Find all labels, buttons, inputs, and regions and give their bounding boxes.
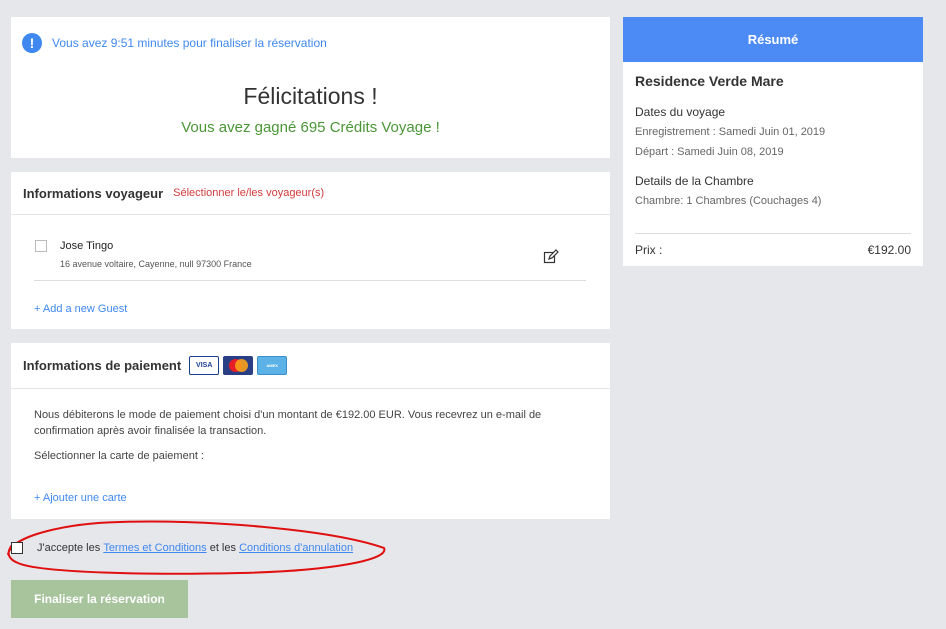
hotel-name: Residence Verde Mare: [635, 73, 784, 89]
guest-checkbox[interactable]: [35, 240, 47, 252]
price-value: €192.00: [867, 243, 911, 257]
timer-text: Vous avez 9:51 minutes pour finaliser la…: [52, 36, 327, 50]
mastercard-logo: [223, 356, 254, 375]
add-card-link[interactable]: + Ajouter une carte: [34, 492, 127, 504]
payment-panel-title: Informations de paiement: [23, 358, 182, 373]
summary-divider: [635, 233, 911, 234]
select-travellers-link[interactable]: Sélectionner le/les voyageur(s): [173, 187, 324, 199]
add-guest-link[interactable]: + Add a new Guest: [34, 303, 127, 315]
terms-prefix: J'accepte les: [37, 542, 101, 554]
room-details: Chambre: 1 Chambres (Couchages 4): [635, 195, 822, 207]
alert-icon: !: [22, 33, 42, 53]
dates-title: Dates du voyage: [635, 105, 726, 119]
select-card-label: Sélectionner la carte de paiement :: [34, 450, 204, 462]
traveller-panel: Informations voyageur Sélectionner le/le…: [11, 172, 610, 329]
payment-description: Nous débiterons le mode de paiement choi…: [34, 409, 542, 437]
terms-checkbox[interactable]: [11, 542, 23, 554]
traveller-panel-title: Informations voyageur: [23, 185, 164, 201]
card-logos: VISA AMEX: [189, 356, 288, 375]
terms-link[interactable]: Termes et Conditions: [103, 542, 206, 554]
payment-panel-header: Informations de paiement VISA AMEX: [11, 343, 610, 389]
visa-logo: VISA: [189, 356, 220, 375]
room-title: Details de la Chambre: [635, 174, 754, 188]
edit-icon[interactable]: [543, 249, 559, 265]
finalize-button[interactable]: Finaliser la réservation: [11, 580, 188, 618]
summary-header: Résumé: [623, 17, 923, 62]
congrats-title: Félicitations !: [243, 83, 378, 109]
timer-congrats-panel: ! Vous avez 9:51 minutes pour finaliser …: [11, 17, 610, 158]
timer-alert: ! Vous avez 9:51 minutes pour finaliser …: [22, 33, 327, 53]
checkout-date: Départ : Samedi Juin 08, 2019: [635, 146, 784, 158]
traveller-panel-header: Informations voyageur Sélectionner le/le…: [11, 172, 610, 215]
price-label: Prix :: [635, 243, 663, 257]
congrats-subtitle: Vous avez gagné 695 Crédits Voyage !: [181, 119, 440, 136]
summary-panel: Résumé Residence Verde Mare Dates du voy…: [623, 17, 923, 266]
amex-logo: AMEX: [257, 356, 288, 375]
guest-name: Jose Tingo: [60, 240, 114, 252]
payment-panel: Informations de paiement VISA AMEX Nous …: [11, 343, 610, 519]
terms-row: J'accepte les Termes et Conditions et le…: [11, 542, 353, 554]
checkin-date: Enregistrement : Samedi Juin 01, 2019: [635, 126, 826, 138]
cancellation-link[interactable]: Conditions d'annulation: [239, 542, 353, 554]
guest-address: 16 avenue voltaire, Cayenne, null 97300 …: [60, 259, 252, 269]
terms-middle: et les: [209, 542, 236, 554]
guest-row: Jose Tingo 16 avenue voltaire, Cayenne, …: [34, 237, 586, 281]
